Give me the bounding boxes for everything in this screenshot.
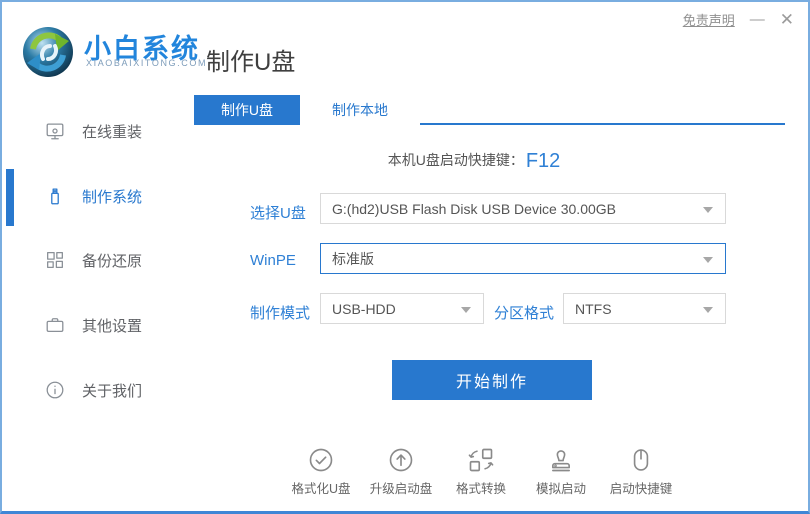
sidebar-item-label: 其他设置 — [82, 315, 142, 336]
mode-select[interactable]: USB-HDD — [320, 293, 484, 324]
monitor-icon — [44, 120, 66, 142]
sidebar-active-indicator — [6, 169, 14, 226]
mode-select-value: USB-HDD — [332, 301, 396, 317]
sidebar-item-label: 关于我们 — [82, 380, 142, 401]
arrow-up-circle-icon — [387, 446, 415, 474]
chevron-down-icon — [461, 307, 471, 313]
sidebar-item-about-us[interactable]: 关于我们 — [44, 379, 142, 401]
boot-hotkey-row: 本机U盘启动快捷键：F12 — [194, 150, 754, 173]
app-window: 免责声明 — ✕ 小白系统 XIAOBAIXITONG.COM 制作U盘 在线重… — [0, 0, 810, 514]
usb-select-value: G:(hd2)USB Flash Disk USB Device 30.00GB — [332, 201, 616, 217]
tool-label: 升级启动盘 — [370, 478, 433, 497]
grid-squares-icon — [44, 249, 66, 271]
brand-domain: XIAOBAIXITONG.COM — [86, 58, 207, 68]
winpe-select[interactable]: 标准版 — [320, 243, 726, 274]
minimize-button[interactable]: — — [750, 12, 765, 27]
tab-make-usb[interactable]: 制作U盘 — [194, 95, 300, 125]
stamp-icon — [547, 446, 575, 474]
convert-arrows-icon — [467, 446, 495, 474]
chevron-down-icon — [703, 207, 713, 213]
sidebar-item-label: 备份还原 — [82, 250, 142, 271]
boot-hotkey-value: F12 — [526, 150, 560, 172]
check-circle-icon — [307, 446, 335, 474]
sidebar-item-backup-restore[interactable]: 备份还原 — [44, 249, 142, 271]
usb-drive-icon — [44, 185, 66, 207]
tool-upgrade-bootdisk[interactable]: 升级启动盘 — [366, 446, 436, 497]
partition-select-value: NTFS — [575, 301, 612, 317]
footer-tools: 格式化U盘 升级启动盘 格式转换 — [286, 446, 676, 497]
sidebar-item-other-settings[interactable]: 其他设置 — [44, 314, 142, 336]
tab-make-local[interactable]: 制作本地 — [300, 95, 420, 125]
tool-simulate-boot[interactable]: 模拟启动 — [526, 446, 596, 497]
usb-select[interactable]: G:(hd2)USB Flash Disk USB Device 30.00GB — [320, 193, 726, 224]
chevron-down-icon — [703, 307, 713, 313]
mode-select-label: 制作模式 — [250, 302, 310, 323]
boot-hotkey-label: 本机U盘启动快捷键： — [388, 152, 524, 168]
sidebar-item-label: 制作系统 — [82, 186, 142, 207]
page-title: 制作U盘 — [206, 42, 295, 77]
tool-label: 启动快捷键 — [610, 478, 673, 497]
briefcase-icon — [44, 314, 66, 336]
info-circle-icon — [44, 379, 66, 401]
sidebar-item-label: 在线重装 — [82, 121, 142, 142]
tool-format-usb[interactable]: 格式化U盘 — [286, 446, 356, 497]
titlebar-controls: 免责声明 — ✕ — [683, 10, 794, 29]
partition-select[interactable]: NTFS — [563, 293, 726, 324]
chevron-down-icon — [703, 257, 713, 263]
usb-select-label: 选择U盘 — [250, 202, 306, 223]
mouse-icon — [627, 446, 655, 474]
brand-logo-icon — [22, 26, 74, 78]
winpe-select-label: WinPE — [250, 252, 296, 269]
close-button[interactable]: ✕ — [780, 11, 794, 28]
partition-select-label: 分区格式 — [494, 302, 554, 323]
tool-label: 格式转换 — [456, 478, 506, 497]
tool-boot-hotkey[interactable]: 启动快捷键 — [606, 446, 676, 497]
sidebar-item-make-system[interactable]: 制作系统 — [44, 185, 142, 207]
sidebar-item-online-reinstall[interactable]: 在线重装 — [44, 120, 142, 142]
winpe-select-value: 标准版 — [332, 249, 374, 269]
tool-label: 格式化U盘 — [291, 478, 350, 497]
start-make-button[interactable]: 开始制作 — [392, 360, 592, 400]
tool-format-convert[interactable]: 格式转换 — [446, 446, 516, 497]
tool-label: 模拟启动 — [536, 478, 586, 497]
disclaimer-link[interactable]: 免责声明 — [683, 10, 735, 29]
tab-bar: 制作U盘 制作本地 — [194, 95, 785, 125]
